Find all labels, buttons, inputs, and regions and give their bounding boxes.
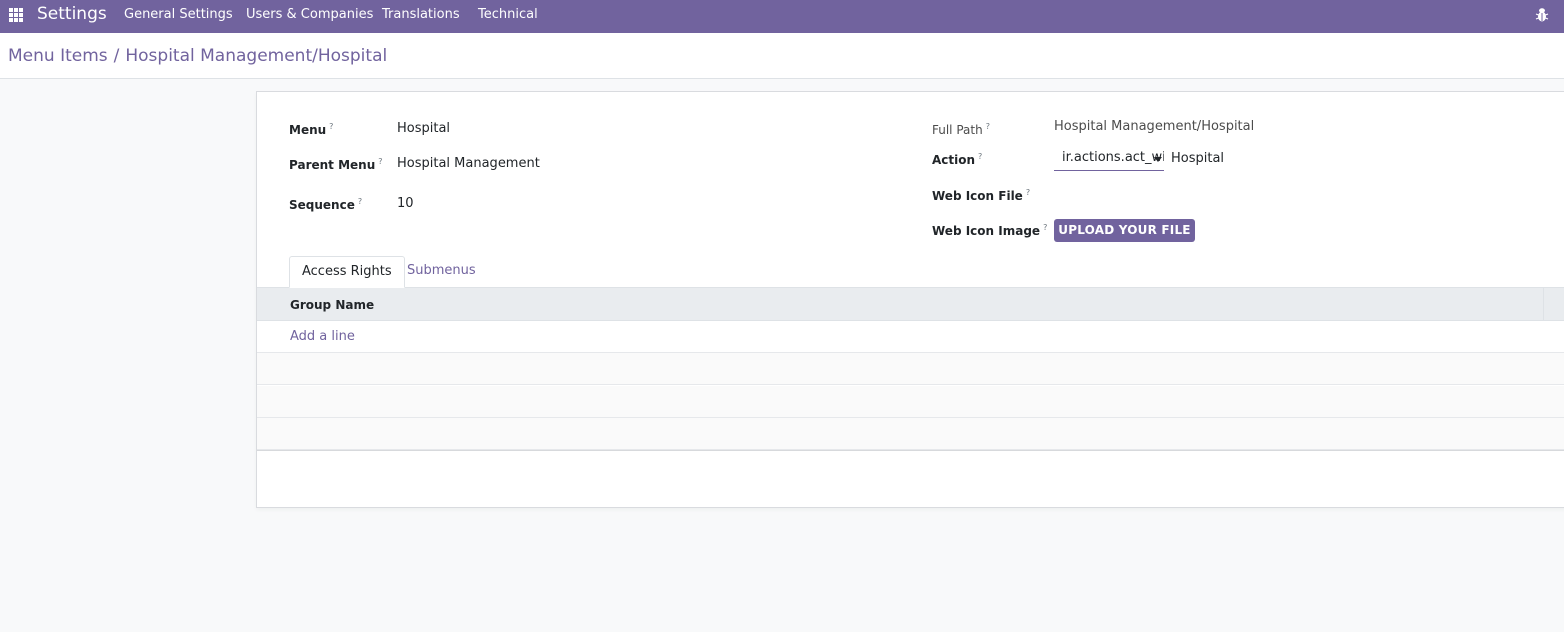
breadcrumb-current: Hospital Management/Hospital (125, 46, 388, 66)
breadcrumb: Menu Items / Hospital Management/Hospital (8, 45, 387, 67)
parent-menu-field[interactable]: Hospital Management (397, 156, 540, 172)
help-icon[interactable]: ? (986, 122, 990, 131)
help-icon[interactable]: ? (1026, 188, 1030, 197)
add-line-link[interactable]: Add a line (290, 329, 355, 345)
app-title[interactable]: Settings (37, 3, 107, 25)
help-icon[interactable]: ? (358, 197, 362, 206)
apps-grid-icon[interactable] (9, 8, 23, 22)
table-header: Group Name (257, 288, 1543, 321)
web-icon-file-label: Web Icon File? (932, 188, 1031, 203)
menu-label: Menu? (289, 122, 334, 137)
action-record-field[interactable]: Hospital (1171, 151, 1224, 167)
table-header-actions (1543, 288, 1564, 321)
upload-file-button[interactable]: UPLOAD YOUR FILE (1054, 219, 1195, 242)
form-sheet: Menu? Hospital Parent Menu? Hospital Man… (256, 91, 1564, 508)
column-header-group-name[interactable]: Group Name (290, 297, 374, 313)
web-icon-image-label: Web Icon Image? (932, 223, 1048, 238)
nav-translations[interactable]: Translations (382, 7, 460, 23)
control-panel: Menu Items / Hospital Management/Hospital (0, 33, 1564, 79)
chevron-down-icon (1154, 157, 1162, 162)
action-model-select[interactable]: ir.actions.act_window (1054, 149, 1164, 171)
nav-technical[interactable]: Technical (478, 7, 538, 23)
help-icon[interactable]: ? (329, 122, 333, 131)
sequence-field[interactable]: 10 (397, 196, 414, 212)
full-path-label: Full Path? (932, 122, 990, 137)
parent-menu-label: Parent Menu? (289, 157, 383, 172)
nav-users-companies[interactable]: Users & Companies (246, 7, 373, 23)
full-path-value: Hospital Management/Hospital (1054, 119, 1255, 134)
action-label: Action? (932, 152, 983, 167)
help-icon[interactable]: ? (978, 152, 982, 161)
breadcrumb-menu-items[interactable]: Menu Items (8, 46, 108, 66)
table-row (257, 418, 1564, 450)
help-icon[interactable]: ? (378, 157, 382, 166)
table-row: Add a line (257, 321, 1564, 353)
tab-access-rights[interactable]: Access Rights (289, 256, 405, 288)
menu-field[interactable]: Hospital (397, 121, 450, 137)
table-row (257, 386, 1564, 418)
sequence-label: Sequence? (289, 197, 363, 212)
table-row (257, 353, 1564, 385)
nav-general-settings[interactable]: General Settings (124, 7, 233, 23)
action-model-value: ir.actions.act_window (1062, 150, 1164, 165)
table-footer-divider (257, 450, 1564, 451)
top-navbar: Settings General Settings Users & Compan… (0, 0, 1564, 33)
notebook-tabs: Access Rights Submenus (257, 256, 1564, 288)
bug-icon[interactable] (1535, 7, 1549, 23)
tab-submenus[interactable]: Submenus (395, 256, 488, 288)
breadcrumb-separator: / (113, 46, 120, 66)
help-icon[interactable]: ? (1043, 223, 1047, 232)
